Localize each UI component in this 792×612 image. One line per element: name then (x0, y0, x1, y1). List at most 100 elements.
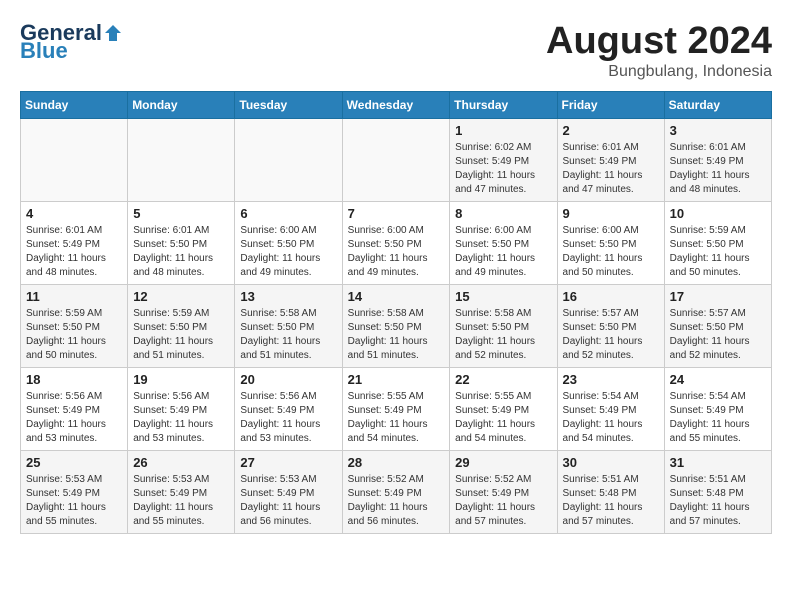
table-row: 19 Sunrise: 5:56 AM Sunset: 5:49 PM Dayli… (128, 368, 235, 451)
day-info: Sunrise: 5:59 AM Sunset: 5:50 PM Dayligh… (670, 224, 766, 280)
table-row: 12 Sunrise: 5:59 AM Sunset: 5:50 PM Dayli… (128, 285, 235, 368)
table-row: 21 Sunrise: 5:55 AM Sunset: 5:49 PM Dayli… (342, 368, 450, 451)
day-info: Sunrise: 5:56 AM Sunset: 5:49 PM Dayligh… (133, 390, 229, 446)
logo-icon (104, 24, 122, 42)
day-info: Sunrise: 5:59 AM Sunset: 5:50 PM Dayligh… (133, 307, 229, 363)
day-number: 26 (133, 455, 229, 470)
day-number: 16 (563, 289, 659, 304)
table-row: 5Sunrise: 6:01 AM Sunset: 5:50 PM Daylig… (128, 202, 235, 285)
table-row: 27 Sunrise: 5:53 AM Sunset: 5:49 PM Dayli… (235, 451, 342, 534)
day-number: 2 (563, 123, 659, 138)
table-row: 9 Sunrise: 6:00 AM Sunset: 5:50 PM Daylig… (557, 202, 664, 285)
table-row: 3Sunrise: 6:01 AM Sunset: 5:49 PM Daylig… (664, 119, 771, 202)
day-number: 12 (133, 289, 229, 304)
day-number: 30 (563, 455, 659, 470)
calendar-header-row: Sunday Monday Tuesday Wednesday Thursday… (21, 92, 772, 119)
table-row: 15 Sunrise: 5:58 AM Sunset: 5:50 PM Dayli… (450, 285, 557, 368)
day-number: 8 (455, 206, 551, 221)
table-row: 31Sunrise: 5:51 AM Sunset: 5:48 PM Dayli… (664, 451, 771, 534)
day-info: Sunrise: 5:57 AM Sunset: 5:50 PM Dayligh… (563, 307, 659, 363)
day-info: Sunrise: 5:58 AM Sunset: 5:50 PM Dayligh… (348, 307, 445, 363)
day-info: Sunrise: 5:55 AM Sunset: 5:49 PM Dayligh… (348, 390, 445, 446)
table-row: 20Sunrise: 5:56 AM Sunset: 5:49 PM Dayli… (235, 368, 342, 451)
col-monday: Monday (128, 92, 235, 119)
table-row: 13Sunrise: 5:58 AM Sunset: 5:50 PM Dayli… (235, 285, 342, 368)
day-number: 25 (26, 455, 122, 470)
day-number: 15 (455, 289, 551, 304)
day-info: Sunrise: 6:00 AM Sunset: 5:50 PM Dayligh… (240, 224, 336, 280)
table-row (342, 119, 450, 202)
col-thursday: Thursday (450, 92, 557, 119)
day-info: Sunrise: 5:52 AM Sunset: 5:49 PM Dayligh… (455, 473, 551, 529)
table-row: 11Sunrise: 5:59 AM Sunset: 5:50 PM Dayli… (21, 285, 128, 368)
day-number: 19 (133, 372, 229, 387)
table-row: 2Sunrise: 6:01 AM Sunset: 5:49 PM Daylig… (557, 119, 664, 202)
table-row: 18 Sunrise: 5:56 AM Sunset: 5:49 PM Dayli… (21, 368, 128, 451)
col-wednesday: Wednesday (342, 92, 450, 119)
calendar-location: Bungbulang, Indonesia (546, 63, 772, 81)
table-row: 8 Sunrise: 6:00 AM Sunset: 5:50 PM Daylig… (450, 202, 557, 285)
day-number: 10 (670, 206, 766, 221)
day-info: Sunrise: 6:01 AM Sunset: 5:50 PM Dayligh… (133, 224, 229, 280)
col-friday: Friday (557, 92, 664, 119)
day-number: 29 (455, 455, 551, 470)
day-info: Sunrise: 5:57 AM Sunset: 5:50 PM Dayligh… (670, 307, 766, 363)
table-row: 1Sunrise: 6:02 AM Sunset: 5:49 PM Daylig… (450, 119, 557, 202)
calendar-week-2: 4Sunrise: 6:01 AM Sunset: 5:49 PM Daylig… (21, 202, 772, 285)
table-row (235, 119, 342, 202)
day-number: 27 (240, 455, 336, 470)
table-row: 30 Sunrise: 5:51 AM Sunset: 5:48 PM Dayli… (557, 451, 664, 534)
day-number: 22 (455, 372, 551, 387)
day-number: 9 (563, 206, 659, 221)
table-row: 16 Sunrise: 5:57 AM Sunset: 5:50 PM Dayli… (557, 285, 664, 368)
calendar-week-4: 18 Sunrise: 5:56 AM Sunset: 5:49 PM Dayli… (21, 368, 772, 451)
day-info: Sunrise: 5:51 AM Sunset: 5:48 PM Dayligh… (563, 473, 659, 529)
logo: General Blue (20, 20, 122, 64)
day-info: Sunrise: 5:55 AM Sunset: 5:49 PM Dayligh… (455, 390, 551, 446)
day-info: Sunrise: 5:54 AM Sunset: 5:49 PM Dayligh… (670, 390, 766, 446)
table-row: 22 Sunrise: 5:55 AM Sunset: 5:49 PM Dayli… (450, 368, 557, 451)
day-number: 6 (240, 206, 336, 221)
day-number: 18 (26, 372, 122, 387)
table-row: 7Sunrise: 6:00 AM Sunset: 5:50 PM Daylig… (342, 202, 450, 285)
calendar-week-5: 25 Sunrise: 5:53 AM Sunset: 5:49 PM Dayli… (21, 451, 772, 534)
day-info: Sunrise: 5:58 AM Sunset: 5:50 PM Dayligh… (455, 307, 551, 363)
table-row (21, 119, 128, 202)
day-number: 28 (348, 455, 445, 470)
day-number: 24 (670, 372, 766, 387)
day-info: Sunrise: 5:56 AM Sunset: 5:49 PM Dayligh… (26, 390, 122, 446)
table-row: 23 Sunrise: 5:54 AM Sunset: 5:49 PM Dayli… (557, 368, 664, 451)
table-row: 25 Sunrise: 5:53 AM Sunset: 5:49 PM Dayli… (21, 451, 128, 534)
day-info: Sunrise: 5:53 AM Sunset: 5:49 PM Dayligh… (26, 473, 122, 529)
day-info: Sunrise: 6:00 AM Sunset: 5:50 PM Dayligh… (348, 224, 445, 280)
title-block: August 2024 Bungbulang, Indonesia (546, 20, 772, 81)
table-row: 26 Sunrise: 5:53 AM Sunset: 5:49 PM Dayli… (128, 451, 235, 534)
day-info: Sunrise: 6:00 AM Sunset: 5:50 PM Dayligh… (455, 224, 551, 280)
calendar-title: August 2024 (546, 20, 772, 63)
table-row: 17 Sunrise: 5:57 AM Sunset: 5:50 PM Dayli… (664, 285, 771, 368)
table-row: 28 Sunrise: 5:52 AM Sunset: 5:49 PM Dayli… (342, 451, 450, 534)
calendar-table: Sunday Monday Tuesday Wednesday Thursday… (20, 91, 772, 534)
day-info: Sunrise: 6:00 AM Sunset: 5:50 PM Dayligh… (563, 224, 659, 280)
day-info: Sunrise: 5:54 AM Sunset: 5:49 PM Dayligh… (563, 390, 659, 446)
day-number: 23 (563, 372, 659, 387)
day-info: Sunrise: 6:01 AM Sunset: 5:49 PM Dayligh… (26, 224, 122, 280)
col-tuesday: Tuesday (235, 92, 342, 119)
day-number: 21 (348, 372, 445, 387)
col-saturday: Saturday (664, 92, 771, 119)
day-number: 3 (670, 123, 766, 138)
day-number: 20 (240, 372, 336, 387)
day-info: Sunrise: 5:53 AM Sunset: 5:49 PM Dayligh… (240, 473, 336, 529)
table-row (128, 119, 235, 202)
table-row: 14Sunrise: 5:58 AM Sunset: 5:50 PM Dayli… (342, 285, 450, 368)
day-info: Sunrise: 5:51 AM Sunset: 5:48 PM Dayligh… (670, 473, 766, 529)
col-sunday: Sunday (21, 92, 128, 119)
day-info: Sunrise: 5:53 AM Sunset: 5:49 PM Dayligh… (133, 473, 229, 529)
day-number: 1 (455, 123, 551, 138)
table-row: 29 Sunrise: 5:52 AM Sunset: 5:49 PM Dayli… (450, 451, 557, 534)
day-number: 17 (670, 289, 766, 304)
page-header: General Blue August 2024 Bungbulang, Ind… (20, 20, 772, 81)
day-info: Sunrise: 5:59 AM Sunset: 5:50 PM Dayligh… (26, 307, 122, 363)
day-info: Sunrise: 5:52 AM Sunset: 5:49 PM Dayligh… (348, 473, 445, 529)
day-info: Sunrise: 5:58 AM Sunset: 5:50 PM Dayligh… (240, 307, 336, 363)
